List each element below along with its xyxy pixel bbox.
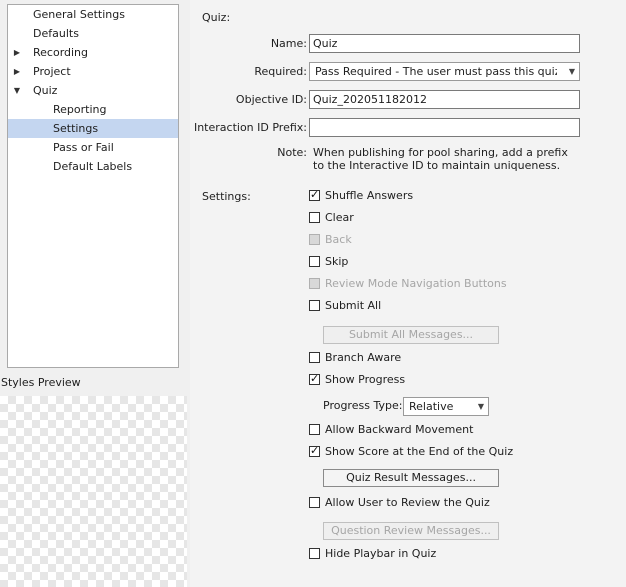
quiz-result-messages-button[interactable]: Quiz Result Messages...	[323, 469, 499, 487]
tree-item-label: Default Labels	[53, 160, 133, 173]
note-text-line-1: When publishing for pool sharing, add a …	[313, 146, 568, 159]
allow-user-review-label: Allow User to Review the Quiz	[325, 496, 490, 509]
interaction-id-prefix-field[interactable]	[309, 118, 580, 137]
tree-item-label: Quiz	[33, 84, 58, 97]
objective-id-field[interactable]: Quiz_202051182012	[309, 90, 580, 109]
name-label: Name:	[270, 37, 307, 50]
required-label: Required:	[254, 65, 307, 78]
checkbox-box[interactable]	[309, 212, 320, 223]
branch-aware-label: Branch Aware	[325, 351, 402, 364]
tree-item-defaults[interactable]: Defaults	[8, 24, 178, 43]
name-field[interactable]: Quiz	[309, 34, 580, 53]
required-dropdown[interactable]: Pass Required - The user must pass this …	[309, 62, 580, 81]
tree-item-label: Recording	[33, 46, 89, 59]
checkbox-box[interactable]: ✓	[309, 372, 320, 385]
tree-item-recording[interactable]: ▶ Recording	[8, 43, 178, 62]
settings-section-label: Settings:	[202, 190, 251, 203]
submit-all-label: Submit All	[325, 299, 382, 312]
required-value: Pass Required - The user must pass this …	[315, 65, 557, 78]
question-review-messages-button: Question Review Messages...	[323, 522, 499, 540]
checkbox-box	[309, 278, 320, 289]
styles-preview-canvas	[0, 396, 187, 587]
checkbox-box[interactable]	[309, 352, 320, 363]
clear-label: Clear	[325, 211, 354, 224]
checkbox-box[interactable]: ✓	[309, 444, 320, 457]
note-text-line-2: to the Interactive ID to maintain unique…	[313, 159, 561, 172]
show-score-label: Show Score at the End of the Quiz	[325, 445, 514, 458]
collapse-arrow-icon[interactable]: ▼	[13, 81, 21, 100]
progress-type-dropdown[interactable]: Relative ▼	[403, 397, 489, 416]
show-progress-label: Show Progress	[325, 373, 406, 386]
checkbox-box[interactable]	[309, 424, 320, 435]
tree-item-default-labels[interactable]: Default Labels	[8, 157, 178, 176]
interaction-id-prefix-label: Interaction ID Prefix:	[193, 121, 307, 134]
tree-item-general-settings[interactable]: General Settings	[8, 5, 178, 24]
skip-label: Skip	[325, 255, 349, 268]
tree-item-pass-or-fail[interactable]: Pass or Fail	[8, 138, 178, 157]
allow-backward-movement-label: Allow Backward Movement	[325, 423, 474, 436]
tree-item-label: General Settings	[33, 8, 125, 21]
quiz-settings-panel: Quiz: Name: Quiz Required: Pass Required…	[190, 0, 626, 587]
tree-item-label: Settings	[53, 122, 99, 135]
progress-type-value: Relative	[409, 400, 454, 413]
checkbox-box[interactable]	[309, 497, 320, 508]
expand-arrow-icon[interactable]: ▶	[13, 62, 21, 81]
shuffle-answers-label: Shuffle Answers	[325, 189, 414, 202]
tree-item-quiz[interactable]: ▼ Quiz	[8, 81, 178, 100]
checkbox-box[interactable]	[309, 256, 320, 267]
checkbox-box[interactable]: ✓	[309, 188, 320, 201]
checkmark-icon: ✓	[310, 188, 320, 201]
back-label: Back	[325, 233, 352, 246]
review-mode-navigation-label: Review Mode Navigation Buttons	[325, 277, 507, 290]
checkbox-box[interactable]	[309, 300, 320, 311]
styles-preview-label: Styles Preview	[1, 376, 81, 389]
hide-playbar-label: Hide Playbar in Quiz	[325, 547, 437, 560]
tree-item-label: Reporting	[53, 103, 107, 116]
tree-item-label: Project	[33, 65, 71, 78]
dropdown-arrow-icon: ▼	[568, 67, 575, 76]
tree-item-settings[interactable]: Settings	[8, 119, 178, 138]
quiz-section-label: Quiz:	[202, 11, 231, 24]
checkmark-icon: ✓	[310, 444, 320, 457]
tree-item-label: Defaults	[33, 27, 79, 40]
checkbox-box	[309, 234, 320, 245]
tree-item-project[interactable]: ▶ Project	[8, 62, 178, 81]
tree-item-label: Pass or Fail	[53, 141, 114, 154]
checkbox-box[interactable]	[309, 548, 320, 559]
submit-all-messages-button: Submit All Messages...	[323, 326, 499, 344]
expand-arrow-icon[interactable]: ▶	[13, 43, 21, 62]
objective-id-label: Objective ID:	[235, 93, 307, 106]
tree-item-reporting[interactable]: Reporting	[8, 100, 178, 119]
progress-type-label: Progress Type:	[323, 399, 403, 412]
checkmark-icon: ✓	[310, 372, 320, 385]
dropdown-arrow-icon: ▼	[477, 402, 484, 411]
note-label: Note:	[277, 146, 307, 159]
settings-tree: General Settings Defaults ▶ Recording ▶ …	[7, 4, 179, 368]
